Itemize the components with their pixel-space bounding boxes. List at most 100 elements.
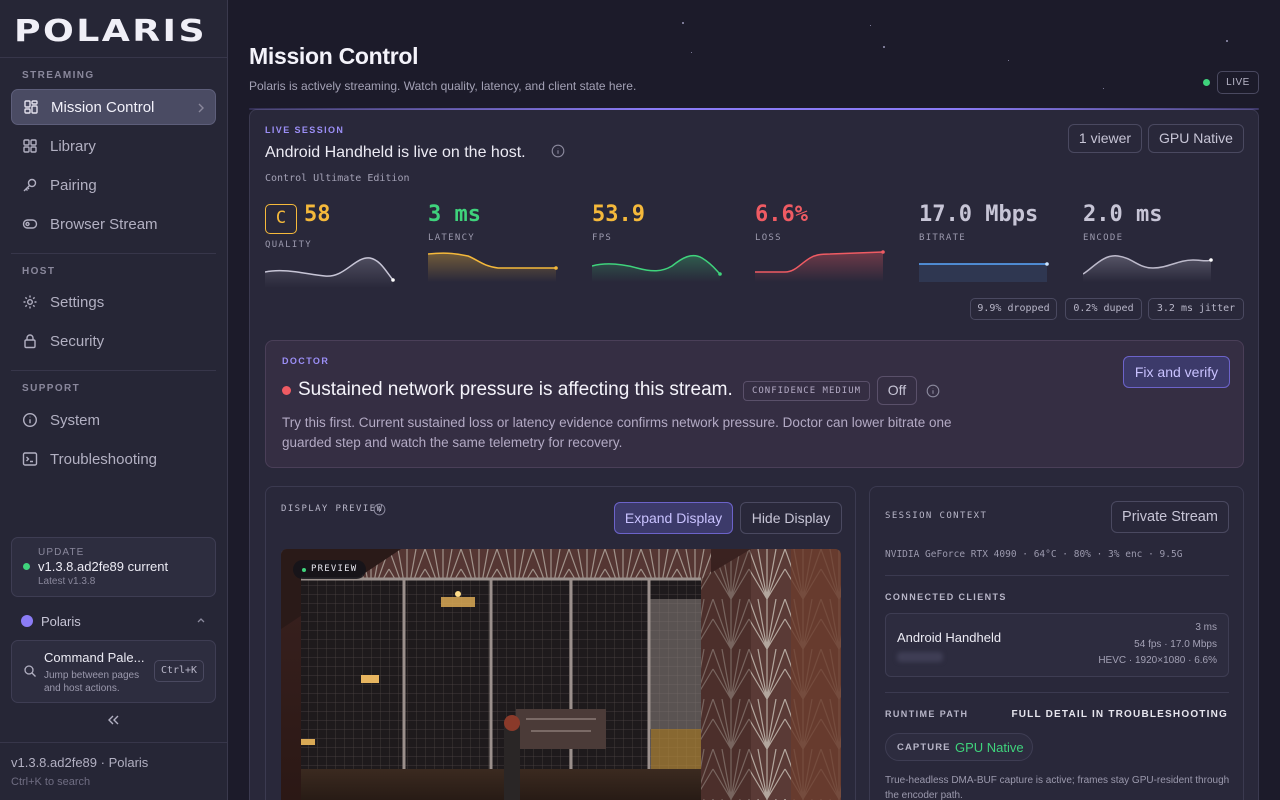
quality-sparkline [265, 257, 395, 288]
background-star [691, 52, 692, 53]
info-icon[interactable] [373, 503, 386, 516]
live-session-card: LIVE SESSION Android Handheld is live on… [249, 109, 1259, 800]
capture-description: True-headless DMA-BUF capture is active;… [885, 775, 1230, 800]
client-latency: 3 ms [1195, 622, 1217, 633]
preview-badge-label: PREVIEW [311, 564, 358, 574]
troubleshooting-link[interactable]: FULL DETAIL IN TROUBLESHOOTING [1011, 709, 1228, 720]
hardware-summary: NVIDIA GeForce RTX 4090 · 64°C · 80% · 3… [885, 549, 1183, 560]
sidebar-item-label: System [50, 411, 101, 429]
key-icon [23, 178, 37, 192]
doctor-tag: DOCTOR [282, 356, 330, 366]
doctor-body: Try this first. Current sustained loss o… [282, 415, 952, 450]
section-support: SUPPORT [22, 383, 81, 394]
doctor-toggle[interactable]: Off [877, 376, 917, 405]
section-streaming: STREAMING [22, 70, 95, 81]
capture-value: GPU Native [955, 740, 1024, 755]
background-star [870, 25, 871, 26]
brand-switcher[interactable]: Polaris [21, 612, 216, 630]
metric-value: 17.0 Mbps [919, 202, 1039, 227]
session-context-card: SESSION CONTEXT Private Stream NVIDIA Ge… [869, 486, 1244, 800]
section-host: HOST [22, 266, 56, 277]
encoder-badge[interactable]: GPU Native [1148, 124, 1244, 153]
metric-encode: 2.0 ms ENCODE [1083, 202, 1223, 292]
chevron-up-icon [197, 618, 205, 623]
sidebar-divider [11, 370, 216, 371]
background-star [883, 46, 885, 48]
update-version: v1.3.8.ad2fe89 current [38, 559, 169, 574]
search-icon [24, 665, 36, 677]
duped-stat: 0.2% duped [1065, 298, 1142, 320]
lock-icon [24, 334, 36, 349]
sidebar-item-label: Security [50, 332, 105, 350]
session-accent-bar [249, 108, 1259, 110]
sidebar-divider [0, 742, 227, 743]
sidebar-item-mission-control[interactable]: Mission Control [11, 89, 216, 125]
sidebar-item-browser-stream[interactable]: Browser Stream [11, 206, 216, 242]
terminal-icon [22, 452, 38, 466]
sidebar: POLARIS STREAMING Mission Control Librar… [0, 0, 228, 800]
section-divider [885, 575, 1229, 576]
sidebar-item-library[interactable]: Library [11, 128, 216, 164]
game-scene [281, 549, 841, 800]
game-preview-image[interactable]: PREVIEW [281, 549, 841, 800]
brand-name: Polaris [41, 613, 81, 629]
shortcut-badge: Ctrl+K [154, 660, 204, 682]
hide-display-button[interactable]: Hide Display [740, 502, 842, 534]
metric-label: FPS [592, 233, 613, 243]
footer-version: v1.3.8.ad2fe89 · Polaris [11, 755, 149, 770]
jitter-stat: 3.2 ms jitter [1148, 298, 1244, 320]
quality-grade-badge: C [265, 204, 297, 234]
client-row[interactable]: Android Handheld 3 ms 54 fps · 17.0 Mbps… [885, 613, 1229, 677]
client-address-redacted [897, 652, 943, 662]
info-icon [22, 412, 38, 428]
background-star [1008, 60, 1009, 61]
command-palette-description: Jump between pages and host actions. [44, 670, 140, 694]
loss-sparkline [755, 250, 885, 282]
sidebar-item-settings[interactable]: Settings [11, 284, 216, 320]
display-preview-card: DISPLAY PREVIEW Expand Display Hide Disp… [265, 486, 856, 800]
viewer-count-badge[interactable]: 1 viewer [1068, 124, 1142, 153]
live-badge: LIVE [1217, 71, 1259, 94]
metric-value: 2.0 ms [1083, 202, 1163, 227]
private-stream-button[interactable]: Private Stream [1111, 501, 1229, 533]
metric-label: QUALITY [265, 240, 313, 250]
metric-value: 6.6% [755, 202, 808, 227]
alert-dot [282, 386, 291, 395]
sidebar-divider [11, 253, 216, 254]
metric-value: 53.9 [592, 202, 645, 227]
display-preview-tag: DISPLAY PREVIEW [281, 504, 384, 514]
update-label: UPDATE [38, 547, 85, 558]
command-palette-button[interactable]: Command Pale... Jump between pages and h… [11, 640, 216, 703]
sidebar-item-pairing[interactable]: Pairing [11, 167, 216, 203]
dropped-stat: 9.9% dropped [970, 298, 1057, 320]
sidebar-item-troubleshooting[interactable]: Troubleshooting [11, 441, 216, 477]
status-dot [23, 563, 30, 570]
section-divider [885, 692, 1229, 693]
live-indicator-dot [302, 568, 306, 572]
bitrate-sparkline [919, 262, 1049, 282]
client-rate: 54 fps · 17.0 Mbps [1134, 639, 1217, 650]
sidebar-item-system[interactable]: System [11, 402, 216, 438]
background-star [682, 22, 684, 24]
update-latest: Latest v1.3.8 [38, 576, 96, 587]
collapse-sidebar-icon[interactable] [106, 714, 120, 726]
fix-and-verify-button[interactable]: Fix and verify [1123, 356, 1230, 388]
expand-display-button[interactable]: Expand Display [614, 502, 733, 534]
metric-label: LOSS [755, 233, 782, 243]
info-icon[interactable] [551, 144, 565, 158]
page-subtitle: Polaris is actively streaming. Watch qua… [249, 79, 637, 93]
doctor-panel: DOCTOR Sustained network pressure is aff… [265, 340, 1244, 468]
client-name: Android Handheld [897, 630, 1002, 645]
sidebar-item-label: Pairing [50, 176, 97, 194]
latency-sparkline [428, 252, 558, 282]
fps-sparkline [592, 254, 722, 282]
confidence-badge: CONFIDENCE MEDIUM [743, 381, 870, 401]
session-game-title: Control Ultimate Edition [265, 173, 410, 184]
main-content: Mission Control Polaris is actively stre… [228, 0, 1280, 800]
polaris-logo[interactable]: POLARIS [14, 14, 210, 46]
sidebar-item-security[interactable]: Security [11, 323, 216, 359]
background-star [1103, 88, 1104, 89]
update-card[interactable]: UPDATE v1.3.8.ad2fe89 current Latest v1.… [11, 537, 216, 597]
sidebar-item-label: Mission Control [51, 98, 155, 116]
info-icon[interactable] [926, 384, 940, 398]
